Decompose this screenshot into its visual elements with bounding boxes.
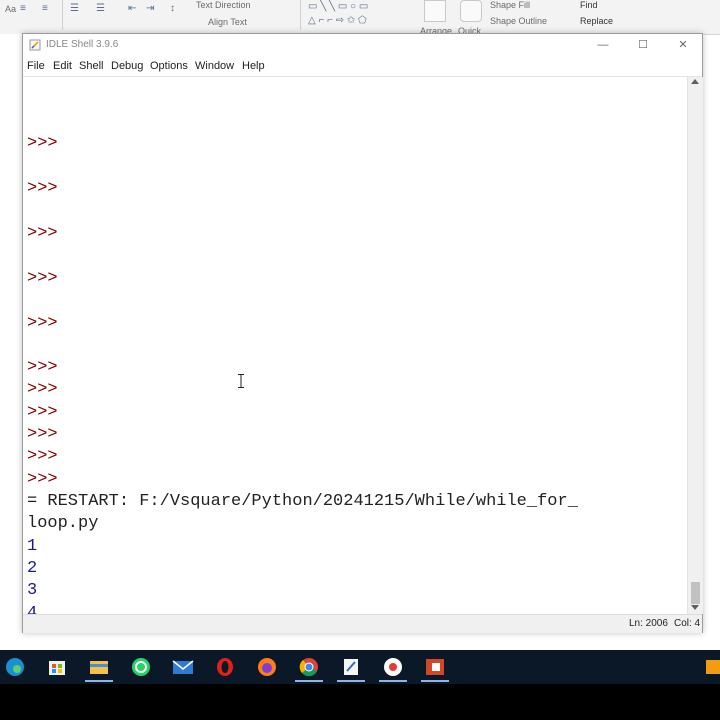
shell-prompt: >>> [27,269,58,288]
ribbon-divider [300,0,301,30]
decrease-indent-icon[interactable]: ⇤ [128,4,136,14]
shell-prompt: >>> [27,403,58,422]
align-text-button[interactable]: Align Text [208,17,247,27]
align-center-icon[interactable]: ≡ [42,4,48,14]
shell-prompt: >>> [27,134,58,153]
numbering-icon[interactable]: ☰ [96,4,105,14]
output-line: 4 [27,604,38,614]
restart-message-continued: loop.py [27,514,99,533]
letterbox-bar [0,684,720,720]
maximize-button[interactable]: ☐ [623,34,663,56]
idle-icon[interactable] [339,656,363,678]
bullets-icon[interactable]: ☰ [70,4,79,14]
shell-prompt: >>> [27,447,58,466]
arrange-icon[interactable] [424,0,446,22]
shell-prompt: >>> [27,358,58,377]
font-size-label: Aa [5,4,17,14]
quick-styles-icon[interactable] [460,0,482,22]
screen-recorder-icon[interactable] [381,656,405,678]
scrollbar-thumb[interactable] [691,582,700,604]
menu-options[interactable]: Options [150,60,188,72]
shell-prompt: >>> [27,179,58,198]
powerpoint-icon[interactable] [423,656,447,678]
align-left-icon[interactable]: ≡ [20,4,26,14]
find-button[interactable]: Find [580,0,598,10]
close-button[interactable]: ✕ [663,34,703,56]
restart-message: = RESTART: F:/Vsquare/Python/20241215/Wh… [27,492,578,511]
text-direction-button[interactable]: Text Direction [196,0,251,10]
menu-window[interactable]: Window [195,60,234,72]
menu-edit[interactable]: Edit [53,60,72,72]
file-explorer-icon[interactable] [87,656,111,678]
shell-prompt: >>> [27,380,58,399]
output-line: 1 [27,537,38,556]
menu-debug[interactable]: Debug [111,60,143,72]
active-indicator [295,680,323,682]
vertical-scrollbar[interactable] [687,77,703,614]
replace-button[interactable]: Replace [580,16,613,26]
status-bar: Ln: 2006 Col: 4 [23,614,702,633]
shell-prompt: >>> [27,314,58,333]
menu-help[interactable]: Help [242,60,265,72]
output-line: 3 [27,581,38,600]
shape-outline-button[interactable]: Shape Outline [490,16,547,26]
scroll-down-icon[interactable] [691,605,699,610]
whatsapp-icon[interactable] [129,656,153,678]
title-bar[interactable]: IDLE Shell 3.9.6 — ☐ ✕ [23,34,702,56]
shapes-gallery-icon[interactable]: ▭ ╲ ╲ ▭ ○ ▭ [308,2,368,12]
active-indicator [421,680,449,682]
window-title: IDLE Shell 3.9.6 [46,39,119,50]
background-document [0,34,22,650]
active-indicator [337,680,365,682]
scroll-up-icon[interactable] [691,79,699,84]
minimize-button[interactable]: — [583,34,623,56]
taskbar [0,650,720,684]
line-spacing-icon[interactable]: ↕ [170,4,175,14]
mail-icon[interactable] [171,656,195,678]
store-icon[interactable] [45,656,69,678]
shell-text-area[interactable]: >>> >>> >>> >>> >>> >>> >>> >>> >>> >>> … [23,77,687,614]
text-cursor-icon [238,374,244,388]
menu-file[interactable]: File [27,60,45,72]
ribbon-divider [62,0,63,30]
firefox-icon[interactable] [255,656,279,678]
increase-indent-icon[interactable]: ⇥ [146,4,154,14]
column-number-status: Col: 4 [674,618,701,629]
shape-fill-button[interactable]: Shape Fill [490,0,530,10]
active-indicator [85,680,113,682]
shapes-gallery-row2-icon[interactable]: △ ⌐ ⌐ ⇨ ✩ ⬠ [308,16,367,26]
python-feather-icon [29,39,41,51]
menu-bar: File Edit Shell Debug Options Window Hel… [23,56,702,77]
idle-shell-window: IDLE Shell 3.9.6 — ☐ ✕ File Edit Shell D… [22,33,703,633]
edge-icon[interactable] [3,656,27,678]
output-line: 2 [27,559,38,578]
chrome-icon[interactable] [297,656,321,678]
shell-prompt: >>> [27,224,58,243]
line-number-status: Ln: 2006 [629,618,668,629]
active-indicator [379,680,407,682]
overflow-app-icon[interactable] [702,656,720,678]
shell-prompt: >>> [27,470,58,489]
menu-shell[interactable]: Shell [79,60,103,72]
opera-icon[interactable] [213,656,237,678]
shell-prompt: >>> [27,425,58,444]
office-ribbon: Aa ≡ ≡ ☰ ☰ ⇤ ⇥ ↕ Text Direction Align Te… [0,0,720,35]
